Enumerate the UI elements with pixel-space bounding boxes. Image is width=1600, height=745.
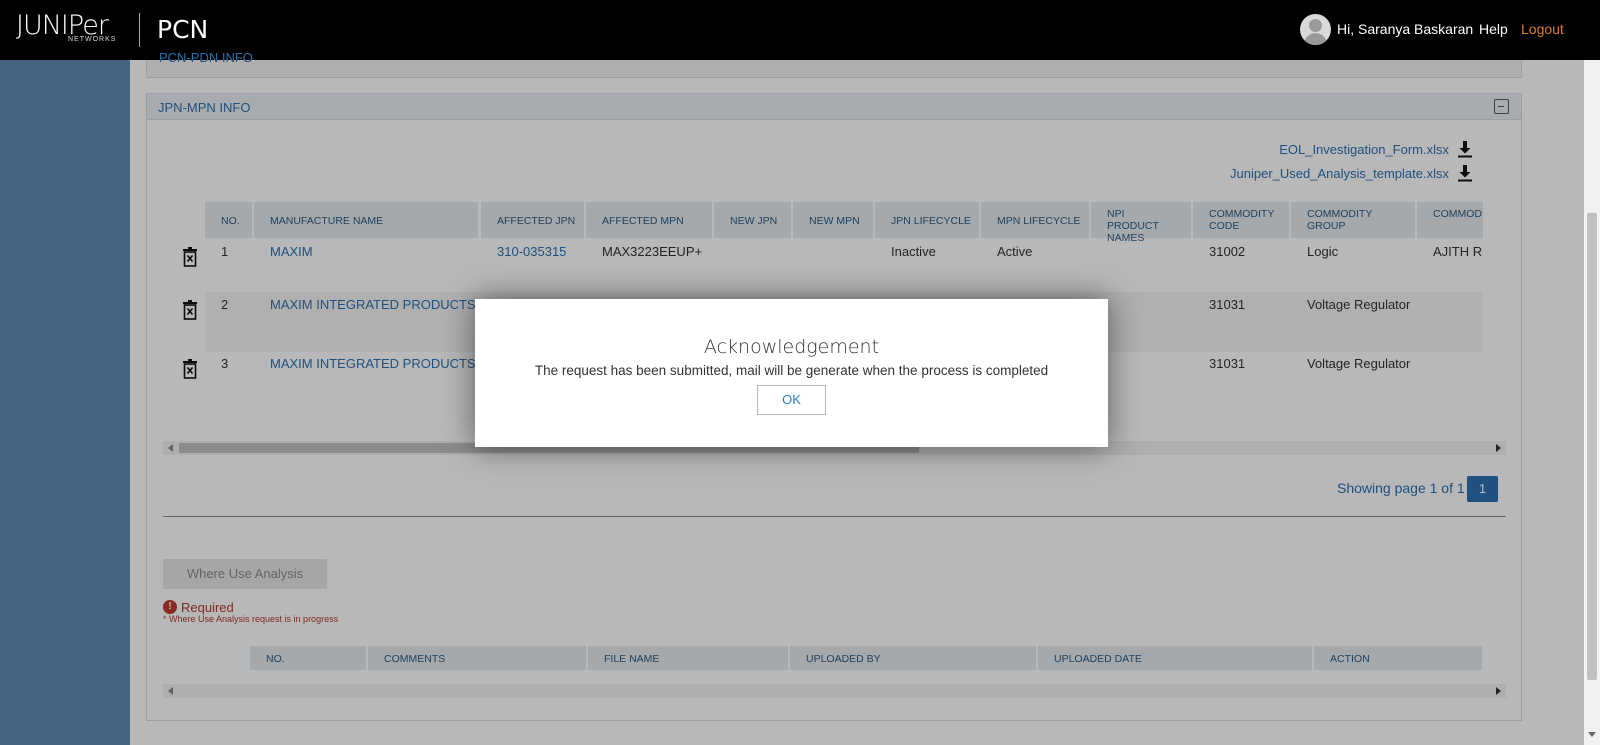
- ok-button[interactable]: OK: [757, 385, 826, 415]
- dialog-title: Acknowledgement: [703, 336, 880, 358]
- acknowledgement-dialog: Acknowledgement The request has been sub…: [475, 299, 1108, 447]
- logout-link[interactable]: Logout: [1521, 21, 1564, 37]
- scroll-down-arrow[interactable]: [1588, 732, 1596, 737]
- logo-subtext: NETWORKS: [68, 36, 117, 43]
- user-avatar[interactable]: [1300, 14, 1331, 45]
- dialog-message: The request has been submitted, mail wil…: [534, 363, 1049, 378]
- avatar-body: [1304, 33, 1327, 45]
- help-link[interactable]: Help: [1479, 21, 1508, 37]
- header-divider: [139, 13, 140, 47]
- user-greeting: Hi, Saranya Baskaran: [1337, 21, 1474, 37]
- page-scrollbar-thumb[interactable]: [1587, 213, 1597, 680]
- avatar-head: [1309, 19, 1322, 32]
- juniper-logo[interactable]: JUNIPer NETWORKS: [16, 10, 126, 46]
- app-name: PCN: [157, 15, 209, 44]
- page-scrollbar[interactable]: [1584, 60, 1600, 745]
